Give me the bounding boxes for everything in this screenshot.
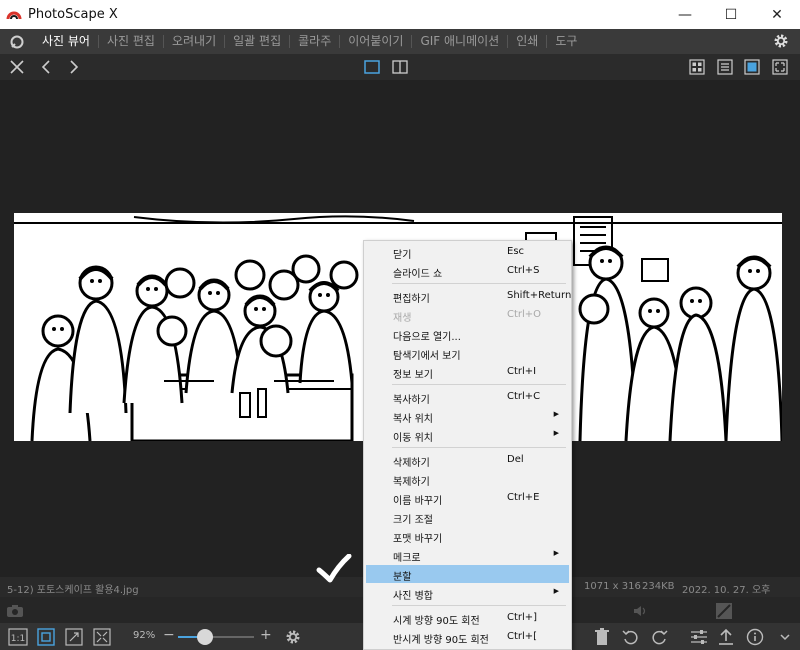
- checkmark-icon: [316, 553, 352, 584]
- gear-icon[interactable]: [772, 32, 790, 53]
- grid-view-icon[interactable]: [688, 58, 706, 76]
- main-menu-bar: 사진 뷰어 사진 편집 오려내기 일괄 편집 콜라주 이어붙이기 GIF 애니메…: [0, 29, 800, 54]
- menu-combine[interactable]: 이어붙이기: [339, 35, 411, 48]
- zoom-in-button[interactable]: +: [260, 626, 272, 644]
- fullscreen-icon[interactable]: [771, 58, 789, 76]
- ctx-edit[interactable]: 편집하기 Shift+Return: [366, 287, 571, 305]
- submenu-arrow-icon: ▶: [553, 587, 559, 595]
- checker-icon: [716, 602, 732, 620]
- chevron-down-icon[interactable]: [778, 628, 792, 646]
- menu-gif-animation[interactable]: GIF 애니메이션: [411, 35, 507, 48]
- ctx-move-to[interactable]: 이동 위치 ▶: [366, 426, 569, 444]
- ctx-resize[interactable]: 크기 조절: [366, 508, 569, 526]
- rotate-right-icon[interactable]: [650, 628, 668, 646]
- menu-tools[interactable]: 도구: [546, 35, 585, 48]
- submenu-arrow-icon: ▶: [553, 549, 559, 557]
- app-title: PhotoScape X: [28, 7, 118, 22]
- photoscape-logo-icon[interactable]: [0, 34, 34, 50]
- app-logo-icon: [6, 7, 22, 23]
- rotate-left-icon[interactable]: [622, 628, 640, 646]
- menu-collage[interactable]: 콜라주: [289, 35, 339, 48]
- submenu-arrow-icon: ▶: [553, 429, 559, 437]
- ctx-separator: [392, 605, 566, 606]
- menu-photo-viewer[interactable]: 사진 뷰어: [34, 35, 98, 48]
- actual-size-label: 1:1: [11, 634, 25, 644]
- ctx-split[interactable]: 분할: [366, 565, 569, 583]
- camera-icon: [6, 602, 24, 620]
- ctx-copy-to[interactable]: 복사 위치 ▶: [366, 407, 569, 425]
- list-view-icon[interactable]: [716, 58, 734, 76]
- ctx-macro[interactable]: 메크로 ▶: [366, 546, 569, 564]
- menu-print[interactable]: 인쇄: [507, 35, 546, 48]
- chevron-left-icon[interactable]: [38, 58, 54, 76]
- ctx-slideshow[interactable]: 슬라이드 쇼 Ctrl+S: [366, 262, 569, 280]
- sliders-icon[interactable]: [690, 628, 708, 646]
- actual-size-button[interactable]: 1:1: [8, 628, 28, 646]
- menu-batch-editor[interactable]: 일괄 편집: [224, 35, 289, 48]
- menu-cut-out[interactable]: 오려내기: [162, 35, 224, 48]
- zoom-slider-track[interactable]: [178, 636, 254, 638]
- maximize-button[interactable]: ☐: [708, 0, 754, 29]
- gear-icon[interactable]: [284, 628, 302, 646]
- ctx-copy[interactable]: 복사하기 Ctrl+C: [366, 388, 569, 406]
- ctx-rotate-ccw[interactable]: 반시계 방향 90도 회전 Ctrl+[: [366, 628, 569, 646]
- fit-width-icon[interactable]: [64, 628, 84, 646]
- ctx-duplicate[interactable]: 복제하기: [366, 470, 569, 488]
- ctx-separator: [392, 447, 566, 448]
- speaker-icon: [632, 602, 650, 620]
- ctx-separator: [392, 283, 566, 284]
- zoom-out-button[interactable]: −: [163, 626, 175, 644]
- split-view-icon[interactable]: [391, 58, 409, 76]
- ctx-separator: [392, 384, 566, 385]
- chevron-right-icon[interactable]: [66, 58, 82, 76]
- ctx-play: 재생 Ctrl+O: [393, 309, 542, 324]
- zoom-level: 92%: [133, 630, 156, 641]
- title-bar: PhotoScape X — ☐ ✕: [0, 0, 800, 29]
- submenu-arrow-icon: ▶: [553, 410, 559, 418]
- upload-icon[interactable]: [718, 628, 734, 646]
- status-filename: 5-12) 포토스케이프 활용4.jpg: [7, 585, 139, 596]
- status-dimensions: 1071 x 316: [584, 581, 641, 592]
- single-thumb-view-icon[interactable]: [743, 58, 761, 76]
- ctx-show-in-explorer[interactable]: 탐색기에서 보기: [366, 344, 569, 362]
- fit-window-icon[interactable]: [36, 628, 56, 646]
- info-icon[interactable]: [746, 628, 764, 646]
- close-icon[interactable]: [8, 58, 26, 76]
- ctx-delete[interactable]: 삭제하기 Del: [366, 451, 569, 469]
- zoom-slider-thumb[interactable]: [197, 629, 213, 645]
- fill-window-icon[interactable]: [92, 628, 112, 646]
- ctx-rotate-cw[interactable]: 시계 방향 90도 회전 Ctrl+]: [366, 609, 569, 627]
- single-view-icon[interactable]: [363, 58, 381, 76]
- minimize-button[interactable]: —: [662, 0, 708, 29]
- ctx-convert-format[interactable]: 포맷 바꾸기: [366, 527, 569, 545]
- ctx-merge-photos[interactable]: 사진 병합 ▶: [366, 584, 569, 602]
- status-filesize: 234KB: [642, 581, 675, 592]
- close-window-button[interactable]: ✕: [754, 0, 800, 29]
- trash-icon[interactable]: [594, 628, 610, 646]
- menu-photo-editor[interactable]: 사진 편집: [97, 35, 163, 48]
- viewer-toolbar: [0, 54, 800, 80]
- ctx-open-with[interactable]: 다음으로 열기...: [366, 325, 569, 343]
- ctx-info[interactable]: 정보 보기 Ctrl+I: [366, 363, 569, 381]
- ctx-rename[interactable]: 이름 바꾸기 Ctrl+E: [366, 489, 569, 507]
- context-menu: 닫기 Esc 슬라이드 쇼 Ctrl+S 편집하기 Shift+Return 재생 Ct…: [363, 240, 572, 650]
- ctx-close[interactable]: 닫기 Esc: [366, 243, 569, 261]
